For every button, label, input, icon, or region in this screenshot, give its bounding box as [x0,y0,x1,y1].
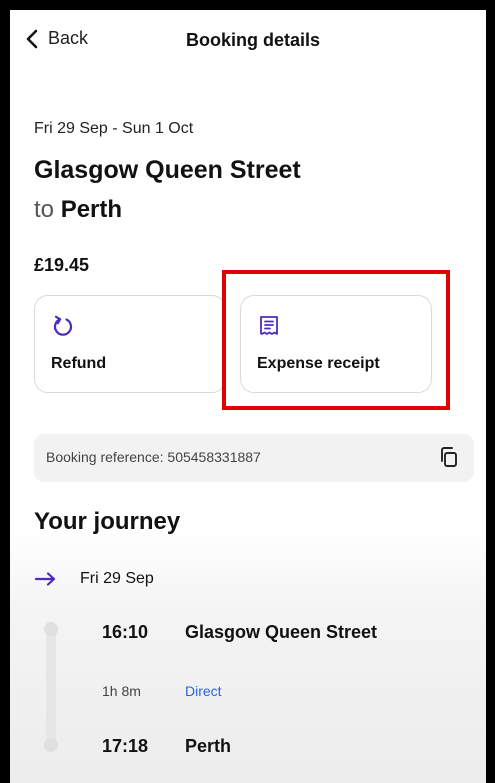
origin-station: Glasgow Queen Street [34,156,301,184]
refund-button[interactable]: Refund [34,295,226,393]
arrival-station: Perth [185,736,232,756]
arrival-dot [44,738,58,752]
arrival-time: 17:18 [102,736,149,756]
journey-heading: Your journey [34,508,181,535]
journey-duration: 1h 8m [102,683,141,699]
service-type-link[interactable]: Direct [185,683,222,699]
refund-label: Refund [51,355,107,372]
journey-timeline [46,622,56,752]
booking-reference: Booking reference: 505458331887 [46,449,261,465]
copy-icon[interactable] [438,446,460,468]
highlight-box [222,270,450,410]
destination-line: to Perth [34,196,122,224]
departure-dot [44,622,58,636]
journey-leg-header: Fri 29 Sep [34,570,154,588]
top-bar: Back Booking details [10,10,486,72]
page-title: Booking details [185,30,320,50]
refund-icon [53,315,73,336]
departure-station: Glasgow Queen Street [185,622,378,642]
trip-dates: Fri 29 Sep - Sun 1 Oct [34,120,194,137]
to-word: to [34,196,55,223]
booking-reference-box: Booking reference: 505458331887 [34,434,474,482]
arrow-right-icon [34,572,56,586]
departure-time: 16:10 [102,622,149,642]
destination-station: Perth [60,196,123,223]
booking-details-screen: Back Booking details Fri 29 Sep - Sun 1 … [10,10,486,783]
leg-date: Fri 29 Sep [80,570,154,587]
ticket-price: £19.45 [34,255,90,275]
